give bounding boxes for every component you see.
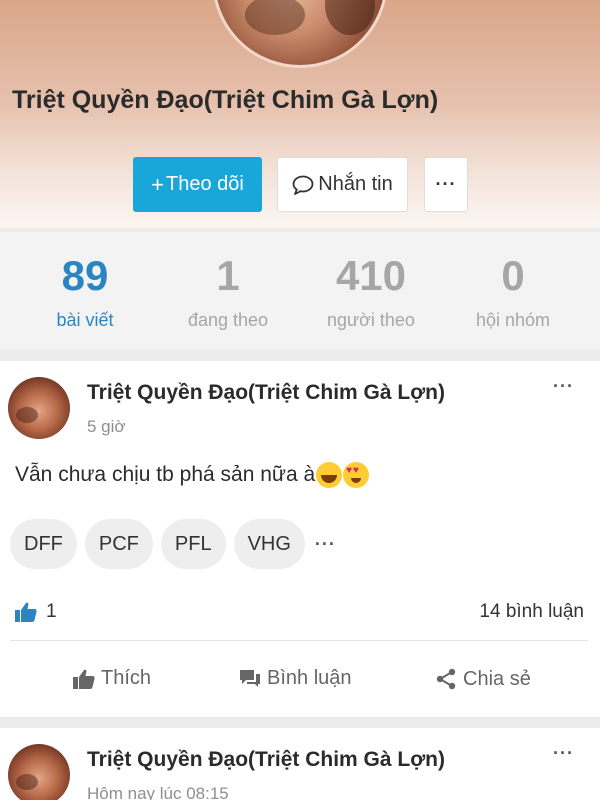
thumbs-up-icon bbox=[15, 602, 37, 622]
tag-dff[interactable]: DFF bbox=[10, 519, 77, 569]
comment-count[interactable]: 14 bình luận bbox=[479, 601, 584, 623]
stat-followers[interactable]: 410 người theo bbox=[296, 232, 446, 331]
heart-eyes-emoji-icon bbox=[343, 462, 370, 488]
stat-posts-value: 89 bbox=[61, 252, 109, 299]
comment-button-label: Bình luận bbox=[267, 667, 352, 689]
message-button-label: Nhắn tin bbox=[318, 173, 393, 195]
comment-button[interactable]: Bình luận bbox=[238, 667, 352, 690]
post-author-avatar[interactable] bbox=[8, 377, 70, 439]
post-timestamp: Hôm nay lúc 08:15 bbox=[87, 784, 229, 800]
more-options-button[interactable]: ··· bbox=[424, 157, 468, 212]
like-count[interactable]: 1 bbox=[14, 601, 57, 623]
post-more-icon[interactable]: ··· bbox=[553, 376, 574, 397]
stat-followers-value: 410 bbox=[335, 252, 407, 299]
follow-button[interactable]: + Theo dõi bbox=[133, 157, 262, 212]
plus-icon: + bbox=[151, 171, 164, 197]
like-button[interactable]: Thích bbox=[72, 667, 151, 690]
profile-avatar[interactable] bbox=[212, 0, 388, 68]
stat-groups-value: 0 bbox=[501, 252, 525, 299]
follow-button-label: Theo dõi bbox=[166, 173, 244, 195]
tag-pfl[interactable]: PFL bbox=[160, 519, 226, 569]
more-tags-icon[interactable]: ··· bbox=[315, 534, 336, 555]
post-content: Vẫn chưa chịu tb phá sản nữa à bbox=[15, 462, 370, 488]
laughing-emoji-icon bbox=[316, 462, 343, 488]
message-button[interactable]: Nhắn tin bbox=[277, 157, 408, 212]
stat-following[interactable]: 1 đang theo bbox=[153, 232, 303, 331]
profile-header: Triệt Quyền Đạo(Triệt Chim Gà Lợn) + The… bbox=[0, 0, 600, 228]
speech-bubble-icon bbox=[292, 175, 314, 195]
post-text: Vẫn chưa chịu tb phá sản nữa à bbox=[15, 463, 316, 486]
tag-vhg[interactable]: VHG bbox=[233, 519, 305, 569]
stat-groups[interactable]: 0 hội nhóm bbox=[438, 232, 588, 331]
post-author-name[interactable]: Triệt Quyền Đạo(Triệt Chim Gà Lợn) bbox=[87, 748, 445, 772]
more-icon: ··· bbox=[435, 174, 457, 194]
tag-pcf[interactable]: PCF bbox=[84, 519, 153, 569]
thumbs-up-icon bbox=[73, 669, 95, 689]
share-icon bbox=[436, 668, 456, 690]
profile-stats: 89 bài viết 1 đang theo 410 người theo 0… bbox=[0, 232, 600, 350]
stat-followers-label: người theo bbox=[327, 310, 415, 330]
post-actions: Thích Bình luận Chia sẻ bbox=[0, 641, 600, 717]
share-button-label: Chia sẻ bbox=[463, 667, 531, 690]
stock-tags: DFF PCF PFL VHG ··· bbox=[10, 519, 336, 569]
post-card: Triệt Quyền Đạo(Triệt Chim Gà Lợn) 5 giờ… bbox=[0, 361, 600, 717]
stat-posts[interactable]: 89 bài viết bbox=[10, 232, 160, 331]
profile-name: Triệt Quyền Đạo(Triệt Chim Gà Lợn) bbox=[12, 86, 439, 114]
stat-following-value: 1 bbox=[216, 252, 240, 299]
post-card: Triệt Quyền Đạo(Triệt Chim Gà Lợn) Hôm n… bbox=[0, 728, 600, 800]
stat-posts-label: bài viết bbox=[56, 310, 114, 330]
stat-following-label: đang theo bbox=[187, 310, 269, 330]
like-button-label: Thích bbox=[101, 667, 152, 689]
comment-icon bbox=[240, 669, 260, 687]
share-button[interactable]: Chia sẻ bbox=[434, 667, 531, 691]
like-count-value: 1 bbox=[46, 601, 57, 622]
post-timestamp: 5 giờ bbox=[87, 417, 126, 436]
post-author-name[interactable]: Triệt Quyền Đạo(Triệt Chim Gà Lợn) bbox=[87, 381, 445, 405]
post-more-icon[interactable]: ··· bbox=[553, 743, 574, 764]
stat-groups-label: hội nhóm bbox=[475, 310, 551, 330]
post-author-avatar[interactable] bbox=[8, 744, 70, 800]
